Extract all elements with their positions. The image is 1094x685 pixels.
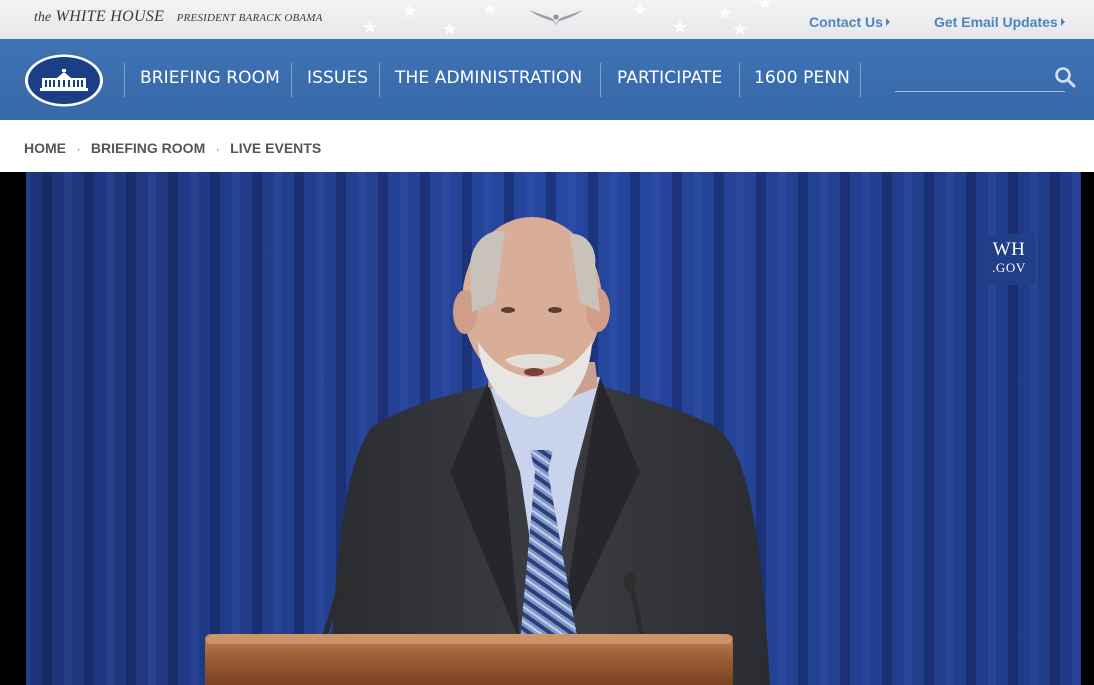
- nav-participate[interactable]: PARTICIPATE: [617, 68, 722, 88]
- main-navigation: BRIEFING ROOM ISSUES THE ADMINISTRATION …: [0, 39, 1094, 120]
- contact-us-label: Contact Us: [809, 14, 883, 30]
- live-video-player[interactable]: WH .GOV: [0, 172, 1094, 685]
- breadcrumb-home[interactable]: HOME: [24, 140, 66, 156]
- search-input[interactable]: [895, 65, 1045, 89]
- nav-issues[interactable]: ISSUES: [307, 68, 368, 88]
- wh-gov-badge: WH .GOV: [983, 234, 1035, 285]
- wh-badge-line2: .GOV: [992, 260, 1026, 275]
- nav-divider: [291, 63, 292, 97]
- white-house-seal-logo[interactable]: [24, 54, 104, 107]
- brand-the: the: [34, 10, 52, 25]
- search-underline: [895, 91, 1065, 92]
- email-updates-link[interactable]: Get Email Updates: [934, 14, 1065, 30]
- video-frame-speaker-at-podium: [0, 172, 1094, 685]
- caret-right-icon: [1060, 18, 1065, 26]
- contact-us-link[interactable]: Contact Us: [809, 14, 890, 30]
- nav-the-administration[interactable]: THE ADMINISTRATION: [395, 68, 582, 88]
- utility-bar: the WHITE HOUSE PRESIDENT BARACK OBAMA C…: [0, 0, 1094, 39]
- brand-white-house: WHITE HOUSE: [55, 8, 165, 25]
- nav-divider: [379, 63, 380, 97]
- caret-right-icon: [885, 18, 890, 26]
- eagle-icon: [529, 10, 583, 25]
- breadcrumb-separator: ·: [76, 142, 81, 156]
- breadcrumb-live-events[interactable]: LIVE EVENTS: [230, 140, 321, 156]
- breadcrumb: HOME · BRIEFING ROOM · LIVE EVENTS: [24, 140, 321, 160]
- brand-president: PRESIDENT BARACK OBAMA: [176, 12, 323, 24]
- site-brand[interactable]: the WHITE HOUSE PRESIDENT BARACK OBAMA: [34, 8, 323, 26]
- nav-divider: [124, 63, 125, 97]
- search-icon[interactable]: [1054, 66, 1076, 88]
- nav-divider: [739, 63, 740, 97]
- nav-briefing-room[interactable]: BRIEFING ROOM: [140, 68, 280, 88]
- nav-divider: [860, 63, 861, 97]
- nav-1600-penn[interactable]: 1600 PENN: [754, 68, 850, 88]
- breadcrumb-separator: ·: [215, 142, 220, 156]
- breadcrumb-briefing-room[interactable]: BRIEFING ROOM: [91, 140, 205, 156]
- nav-divider: [600, 63, 601, 97]
- wh-badge-line1: WH: [992, 239, 1026, 260]
- email-updates-label: Get Email Updates: [934, 14, 1058, 30]
